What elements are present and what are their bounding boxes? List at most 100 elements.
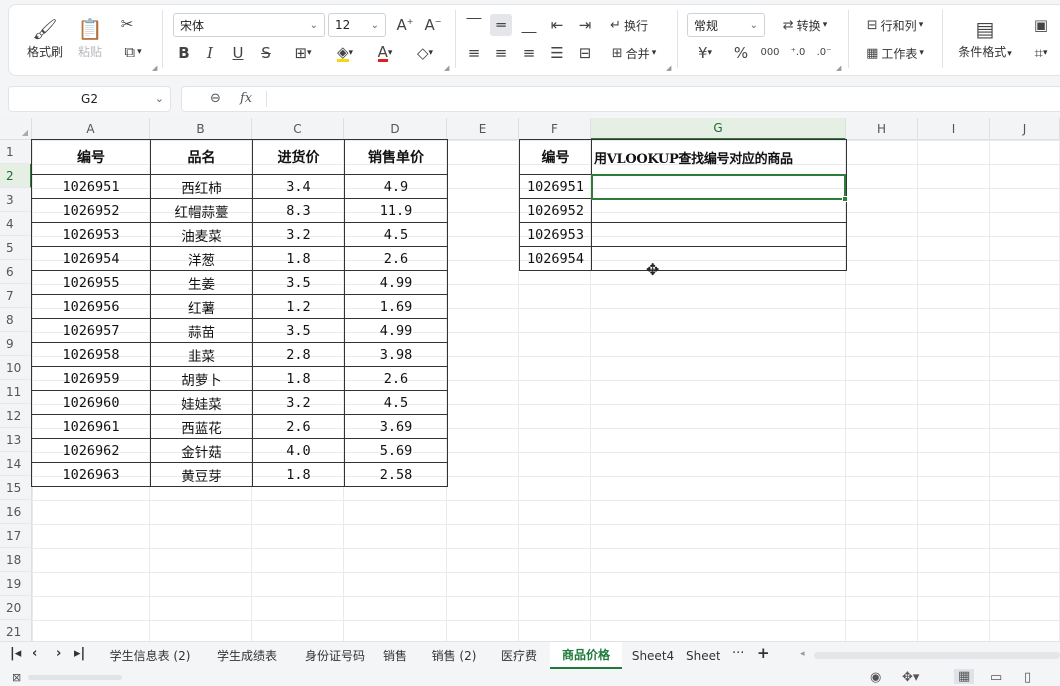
header-cell[interactable]: 销售单价 <box>344 139 448 175</box>
more-tabs-button[interactable]: ··· <box>732 646 744 661</box>
data-cell[interactable]: 西蓝花 <box>150 414 253 439</box>
data-cell[interactable] <box>591 198 847 223</box>
row-header-14[interactable]: 14 <box>0 452 32 476</box>
layout-icon[interactable]: ✥▾ <box>902 670 919 685</box>
column-header-f[interactable]: F <box>519 118 591 140</box>
add-sheet-button[interactable]: + <box>757 644 770 662</box>
last-sheet-icon[interactable]: ▸| <box>74 646 85 661</box>
worksheet-button[interactable]: ▦ 工作表 ▾ <box>858 42 932 64</box>
data-cell[interactable]: 8.3 <box>252 198 345 223</box>
data-cell[interactable]: 4.5 <box>344 390 448 415</box>
row-header-19[interactable]: 19 <box>0 572 32 596</box>
data-cell[interactable]: 1026956 <box>31 294 151 319</box>
data-cell[interactable]: 1026951 <box>519 174 592 199</box>
header-cell[interactable]: 品名 <box>150 139 253 175</box>
data-cell[interactable]: 1.2 <box>252 294 345 319</box>
sheet-tab[interactable]: Sheet1 <box>682 642 720 669</box>
bold-button[interactable]: B <box>174 43 194 63</box>
number-launcher-icon[interactable]: ◢ <box>836 64 841 72</box>
data-cell[interactable]: 11.9 <box>344 198 448 223</box>
increase-font-button[interactable]: A+ <box>394 15 416 35</box>
row-header-2[interactable]: 2 <box>0 164 32 188</box>
data-cell[interactable]: 3.5 <box>252 318 345 343</box>
data-cell[interactable]: 4.0 <box>252 438 345 463</box>
prev-sheet-icon[interactable]: ‹ <box>32 646 37 661</box>
font-color-button[interactable]: A ▾ <box>368 43 402 63</box>
data-cell[interactable]: 1026961 <box>31 414 151 439</box>
distribute-button[interactable]: ⊟ <box>574 42 596 64</box>
data-cell[interactable]: 金针菇 <box>150 438 253 463</box>
row-header-7[interactable]: 7 <box>0 284 32 308</box>
column-header-e[interactable]: E <box>447 118 519 140</box>
conditional-format-button[interactable]: ▤ 条件格式▾ <box>952 14 1018 64</box>
italic-button[interactable]: I <box>200 43 220 63</box>
data-cell[interactable]: 3.2 <box>252 390 345 415</box>
page-break-icon[interactable]: ▯ <box>1024 670 1031 685</box>
font-launcher-icon[interactable]: ◢ <box>444 64 449 72</box>
column-header-i[interactable]: I <box>918 118 990 140</box>
data-cell[interactable]: 西红柿 <box>150 174 253 199</box>
row-header-16[interactable]: 16 <box>0 500 32 524</box>
data-cell[interactable]: 3.4 <box>252 174 345 199</box>
data-cell[interactable]: 1026954 <box>31 246 151 271</box>
row-header-20[interactable]: 20 <box>0 596 32 620</box>
scroll-left-icon[interactable]: ◂ <box>800 649 805 659</box>
data-cell[interactable]: 4.99 <box>344 270 448 295</box>
row-header-1[interactable]: 1 <box>0 140 32 164</box>
data-cell[interactable]: 娃娃菜 <box>150 390 253 415</box>
underline-button[interactable]: U <box>228 43 248 63</box>
first-sheet-icon[interactable]: |◂ <box>10 646 21 661</box>
data-cell[interactable] <box>591 222 847 247</box>
data-cell[interactable]: 4.9 <box>344 174 448 199</box>
data-cell[interactable]: 2.58 <box>344 462 448 487</box>
normal-view-icon[interactable]: ▦ <box>954 669 975 684</box>
header-cell[interactable]: 编号 <box>31 139 151 175</box>
data-cell[interactable]: 1026952 <box>31 198 151 223</box>
align-right-button[interactable]: ≡ <box>518 42 540 64</box>
data-cell[interactable]: 1026958 <box>31 342 151 367</box>
data-cell[interactable]: 1.69 <box>344 294 448 319</box>
data-cell[interactable]: 1026952 <box>519 198 592 223</box>
align-top-button[interactable]: ⎺ <box>463 14 485 36</box>
borders-button[interactable]: ⊞ ▾ <box>286 43 320 63</box>
worksheet-grid[interactable]: ◢ ABCDEFGHIJ 1 2 3 4 5 6 7 8 9 10 11 12 13 14 15 16 17 18… <box>0 118 1060 641</box>
data-cell[interactable]: 1026955 <box>31 270 151 295</box>
data-cell[interactable]: 1026963 <box>31 462 151 487</box>
select-all-corner[interactable]: ◢ <box>0 118 32 140</box>
data-cell[interactable]: 蒜苗 <box>150 318 253 343</box>
row-header-9[interactable]: 9 <box>0 332 32 356</box>
data-cell[interactable]: 4.99 <box>344 318 448 343</box>
column-header-d[interactable]: D <box>344 118 447 140</box>
clipboard-launcher-icon[interactable]: ◢ <box>152 64 157 72</box>
rows-columns-button[interactable]: ⊟ 行和列 ▾ <box>858 14 932 36</box>
data-cell[interactable]: 1.8 <box>252 246 345 271</box>
eye-protect-icon[interactable]: ◉ <box>870 670 881 685</box>
header-cell[interactable]: 用VLOOKUP查找编号对应的商品 <box>591 139 847 175</box>
row-header-3[interactable]: 3 <box>0 188 32 212</box>
copy-button[interactable]: ⧉ ▾ <box>116 42 150 62</box>
row-header-15[interactable]: 15 <box>0 476 32 500</box>
row-header-4[interactable]: 4 <box>0 212 32 236</box>
decrease-decimal-button[interactable]: .0⁻ <box>812 42 836 64</box>
font-name-select[interactable]: 宋体 ⌄ <box>173 13 325 37</box>
data-cell[interactable]: 黄豆芽 <box>150 462 253 487</box>
data-cell[interactable]: 1.8 <box>252 462 345 487</box>
sheet-tab[interactable]: Sheet4 <box>626 642 680 669</box>
data-cell[interactable]: 5.69 <box>344 438 448 463</box>
data-cell[interactable]: 1026960 <box>31 390 151 415</box>
data-cell[interactable]: 3.5 <box>252 270 345 295</box>
data-cell[interactable]: 2.6 <box>252 414 345 439</box>
percent-button[interactable]: % <box>730 42 752 64</box>
fill-handle[interactable] <box>842 196 848 202</box>
zoom-icon[interactable]: ⊖ <box>210 91 221 106</box>
data-cell[interactable]: 2.6 <box>344 246 448 271</box>
column-header-h[interactable]: H <box>846 118 918 140</box>
alignment-launcher-icon[interactable]: ◢ <box>666 64 671 72</box>
active-cell-selection[interactable] <box>591 174 848 202</box>
page-layout-icon[interactable]: ▭ <box>990 670 1002 685</box>
sheet-tab[interactable]: 身份证号码 <box>290 642 380 669</box>
row-header-17[interactable]: 17 <box>0 524 32 548</box>
sheet-tab[interactable]: 销售 (2) <box>422 642 486 669</box>
merge-button[interactable]: ⊞ 合并 ▾ <box>604 42 664 64</box>
strikethrough-button[interactable]: S <box>256 43 276 63</box>
